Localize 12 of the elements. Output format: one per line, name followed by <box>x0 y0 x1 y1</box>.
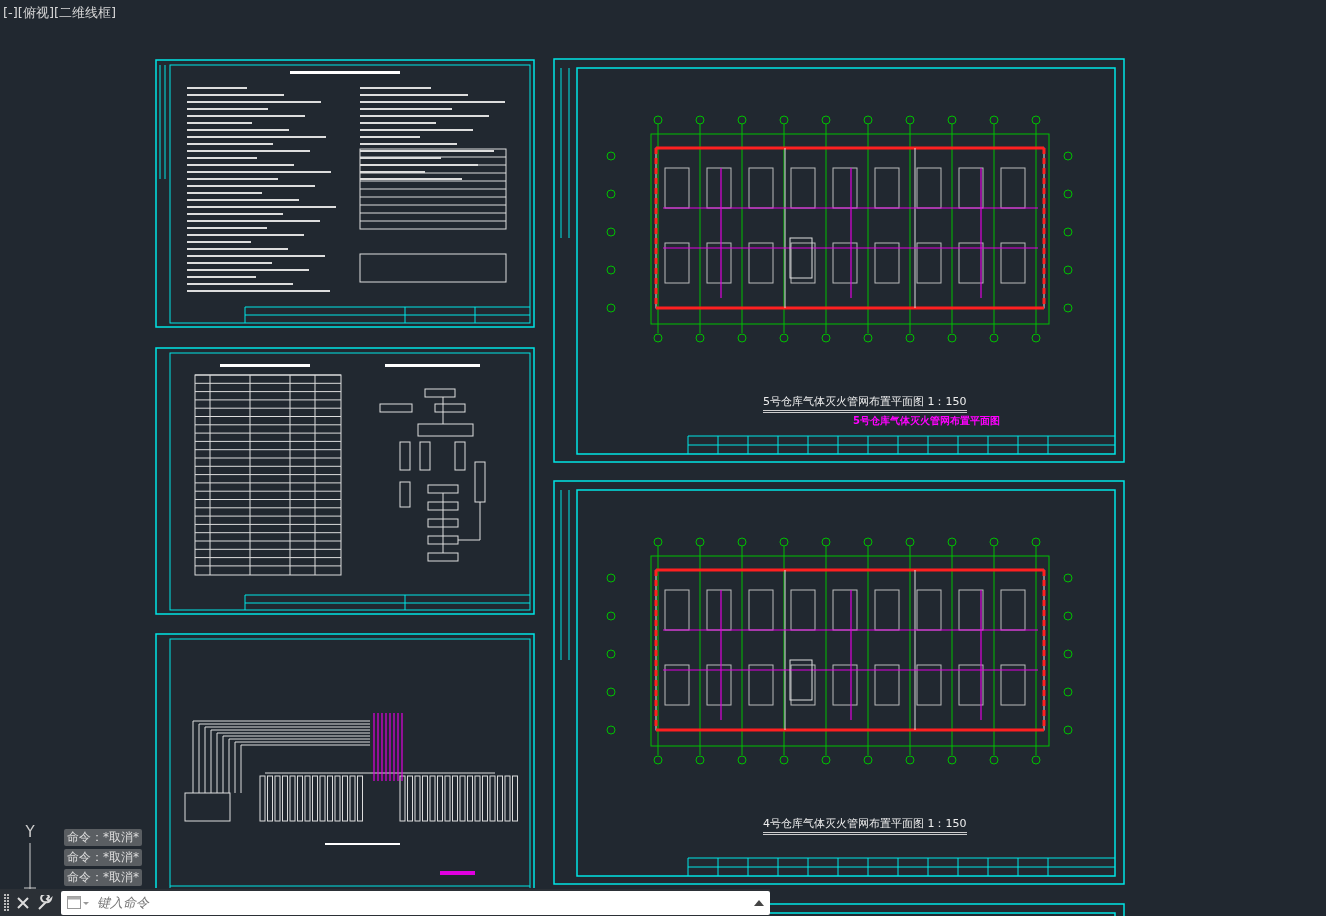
terminal-icon <box>67 895 89 910</box>
ucs-axis-icon <box>24 843 36 889</box>
drawing-title: 4号仓库气体灭火管网布置平面图 1：150 <box>763 816 967 835</box>
close-icon[interactable] <box>17 896 29 909</box>
command-input-field[interactable]: 键入命令 <box>95 894 748 911</box>
viewport-label[interactable]: [-][俯视][二维线框] <box>3 4 117 22</box>
wrench-icon[interactable] <box>37 894 53 911</box>
caret-up-icon[interactable] <box>754 899 764 906</box>
y-axis-label: Y <box>25 823 35 841</box>
drawing-title: 5号仓库气体灭火管网布置平面图 1：150 <box>763 394 967 413</box>
drawing-caption: 5号仓库气体灭火管网布置平面图 <box>853 414 1000 428</box>
grip-icon[interactable] <box>3 892 9 913</box>
